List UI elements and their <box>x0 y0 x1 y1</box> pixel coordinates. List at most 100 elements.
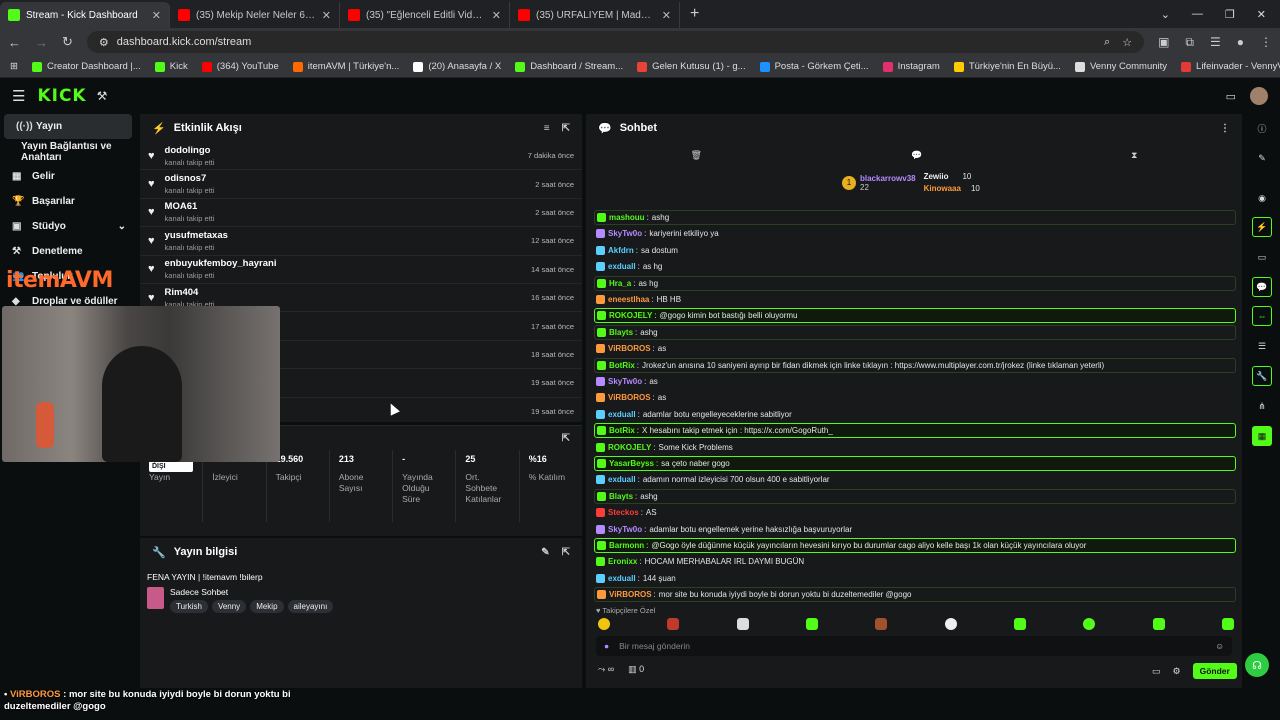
bookmark-item[interactable]: Lifeinvader - VennyV <box>1181 61 1280 72</box>
wrench-icon[interactable]: 🔧 <box>1252 366 1272 386</box>
chat-username[interactable]: ROKOJELY <box>608 443 651 452</box>
url-input[interactable]: ⚙ dashboard.kick.com/stream ⌕ ☆ <box>86 31 1145 53</box>
stream-tag[interactable]: Mekip <box>250 600 284 613</box>
chat-username[interactable]: Barmonn <box>609 541 644 550</box>
green-widget-icon[interactable]: ▦ <box>1252 426 1272 446</box>
card-icon[interactable]: ▭ <box>1252 247 1272 267</box>
emote-icon[interactable] <box>1221 618 1234 630</box>
bookmark-item[interactable]: (364) YouTube <box>201 61 279 72</box>
obs-icon[interactable] <box>324 696 340 712</box>
close-tab-icon[interactable]: ✕ <box>152 9 161 22</box>
sidebar-item-moderation[interactable]: ⚒ Denetleme <box>0 239 138 264</box>
bank-icon[interactable]: ▥ 0 <box>628 664 644 675</box>
browser-tab[interactable]: Stream - Kick Dashboard ✕ <box>0 2 170 28</box>
bookmark-item[interactable]: itemAVM | Türkiye'n... <box>292 61 399 72</box>
browser-tab[interactable]: (35) "Eğlenceli Editli Video" Ki ✕ <box>340 2 510 28</box>
emote-icon[interactable] <box>1013 618 1026 630</box>
chat-username[interactable]: Hra_a <box>609 279 631 288</box>
link-icon[interactable]: ⇔ <box>1252 306 1272 326</box>
leader-name[interactable]: Zewiio <box>924 172 949 181</box>
extensions-puzzle-icon[interactable]: ⧉ <box>1185 35 1194 50</box>
bookmark-item[interactable]: Gelen Kutusu (1) - g... <box>637 61 746 72</box>
emote-icon[interactable] <box>944 618 957 630</box>
maximize-button[interactable]: ❐ <box>1225 8 1235 21</box>
chat-username[interactable]: Blayts <box>609 328 633 337</box>
hamburger-menu-icon[interactable]: ☰ <box>12 87 25 105</box>
microphone-icon[interactable]: ● <box>604 641 609 651</box>
stream-tag[interactable]: aileyayını <box>287 600 334 613</box>
bookmark-item[interactable]: Dashboard / Stream... <box>515 61 623 72</box>
follower-name[interactable]: Rim404 <box>165 287 215 298</box>
filter-icon[interactable]: ≡ <box>544 123 550 134</box>
follower-name[interactable]: enbuyukfemboy_hayrani <box>165 258 277 269</box>
stream-tag[interactable]: Turkish <box>170 600 208 613</box>
bookmark-item[interactable]: Instagram <box>882 61 940 72</box>
kick-logo[interactable]: KICK <box>37 86 86 106</box>
pen-icon[interactable]: ✎ <box>1252 148 1272 168</box>
bookmark-item[interactable]: Kick <box>154 61 188 72</box>
slow-mode-icon[interactable]: ⤳ ∞ <box>598 664 614 675</box>
chat-username[interactable]: BotRix <box>609 361 635 370</box>
sidebar-item-stream[interactable]: ((·)) Yayın <box>4 114 132 139</box>
stream-tag[interactable]: Venny <box>211 600 247 613</box>
sidebar-item-studio[interactable]: ▣ Stüdyo ⌄ <box>0 214 138 239</box>
popout-icon[interactable]: ⇱ <box>562 123 570 134</box>
follower-name[interactable]: yusufmetaxas <box>165 230 228 241</box>
chat-username[interactable]: Blayts <box>609 492 633 501</box>
send-button[interactable]: Gönder <box>1192 663 1237 679</box>
chat-username[interactable]: ROKOJELY <box>609 311 652 320</box>
bookmark-item[interactable]: Creator Dashboard |... <box>31 61 141 72</box>
close-window-button[interactable]: ✕ <box>1257 8 1266 21</box>
chat-username[interactable]: ViRBOROS <box>609 590 652 599</box>
chat-username[interactable]: Steckos <box>608 508 639 517</box>
popout-icon[interactable]: ⇱ <box>562 433 570 444</box>
reading-list-icon[interactable]: ☰ <box>1210 35 1221 50</box>
extension-icon[interactable]: ▣ <box>1158 35 1169 50</box>
chat-username[interactable]: Eronixx <box>608 557 637 566</box>
hourglass-icon[interactable]: ⧗ <box>1131 150 1137 161</box>
trash-icon[interactable]: 🗑 <box>691 150 702 161</box>
browser-menu-icon[interactable]: ⋮ <box>1260 35 1272 50</box>
site-info-icon[interactable]: ⚙ <box>99 36 109 49</box>
edit-icon[interactable]: ✎ <box>541 547 549 558</box>
clock-date[interactable]: 12.04.2026 <box>1223 704 1266 715</box>
bookmark-item[interactable]: Posta - Görkem Çeti... <box>759 61 869 72</box>
follower-name[interactable]: MOA61 <box>165 201 215 212</box>
emote-icon[interactable] <box>736 618 749 630</box>
chat-username[interactable]: exduall <box>608 475 636 484</box>
chat-username[interactable]: ViRBOROS <box>608 393 651 402</box>
close-tab-icon[interactable]: ✕ <box>662 9 671 22</box>
clock-time[interactable]: 15:45 <box>1223 693 1266 704</box>
monitor-tray-icon[interactable]: ▭ <box>1162 699 1171 710</box>
popout-icon[interactable]: ⇱ <box>562 547 570 558</box>
emote-icon[interactable] <box>875 618 888 630</box>
info-icon[interactable]: ⓘ <box>1252 118 1272 138</box>
sidebar-item-stream-key[interactable]: Yayın Bağlantısı ve Anahtarı <box>0 139 138 164</box>
emote-icon[interactable] <box>805 618 818 630</box>
forward-button[interactable]: → <box>35 35 48 50</box>
bookmark-item[interactable]: (20) Anasayfa / X <box>413 61 501 72</box>
chat-username[interactable]: SkyTw0o <box>608 377 642 386</box>
new-tab-button[interactable]: + <box>680 5 709 23</box>
chat-username[interactable]: SkyTw0o <box>608 525 642 534</box>
minimize-button[interactable]: — <box>1192 8 1203 21</box>
reload-button[interactable]: ↻ <box>62 34 73 50</box>
chat-bubble-icon[interactable]: 💬 <box>1252 277 1272 297</box>
close-tab-icon[interactable]: ✕ <box>322 9 331 22</box>
chat-username[interactable]: SkyTw0o <box>608 229 642 238</box>
chat-username[interactable]: exduall <box>608 574 636 583</box>
lightning-icon[interactable]: ⚡ <box>1252 217 1272 237</box>
card-icon[interactable]: ▭ <box>1226 90 1236 103</box>
follower-name[interactable]: dodolingo <box>165 145 215 156</box>
chat-message-input[interactable]: ● Bir mesaj gönderin ☺ <box>596 636 1232 656</box>
discord-icon[interactable] <box>294 696 310 712</box>
share-icon[interactable]: ⋔ <box>1252 396 1272 416</box>
zoom-icon[interactable]: ⌕ <box>1104 36 1110 49</box>
emote-icon[interactable] <box>598 618 610 630</box>
leader-name[interactable]: Kinowaaa <box>924 184 961 193</box>
chat-username[interactable]: eneestlhaa <box>608 295 649 304</box>
chat-username[interactable]: exduall <box>608 410 636 419</box>
network-icon[interactable]: ⌸ <box>1183 699 1188 710</box>
apps-grid-icon[interactable]: ⊞ <box>10 61 18 72</box>
tray-chevron-icon[interactable]: ⌃ <box>1119 699 1127 710</box>
